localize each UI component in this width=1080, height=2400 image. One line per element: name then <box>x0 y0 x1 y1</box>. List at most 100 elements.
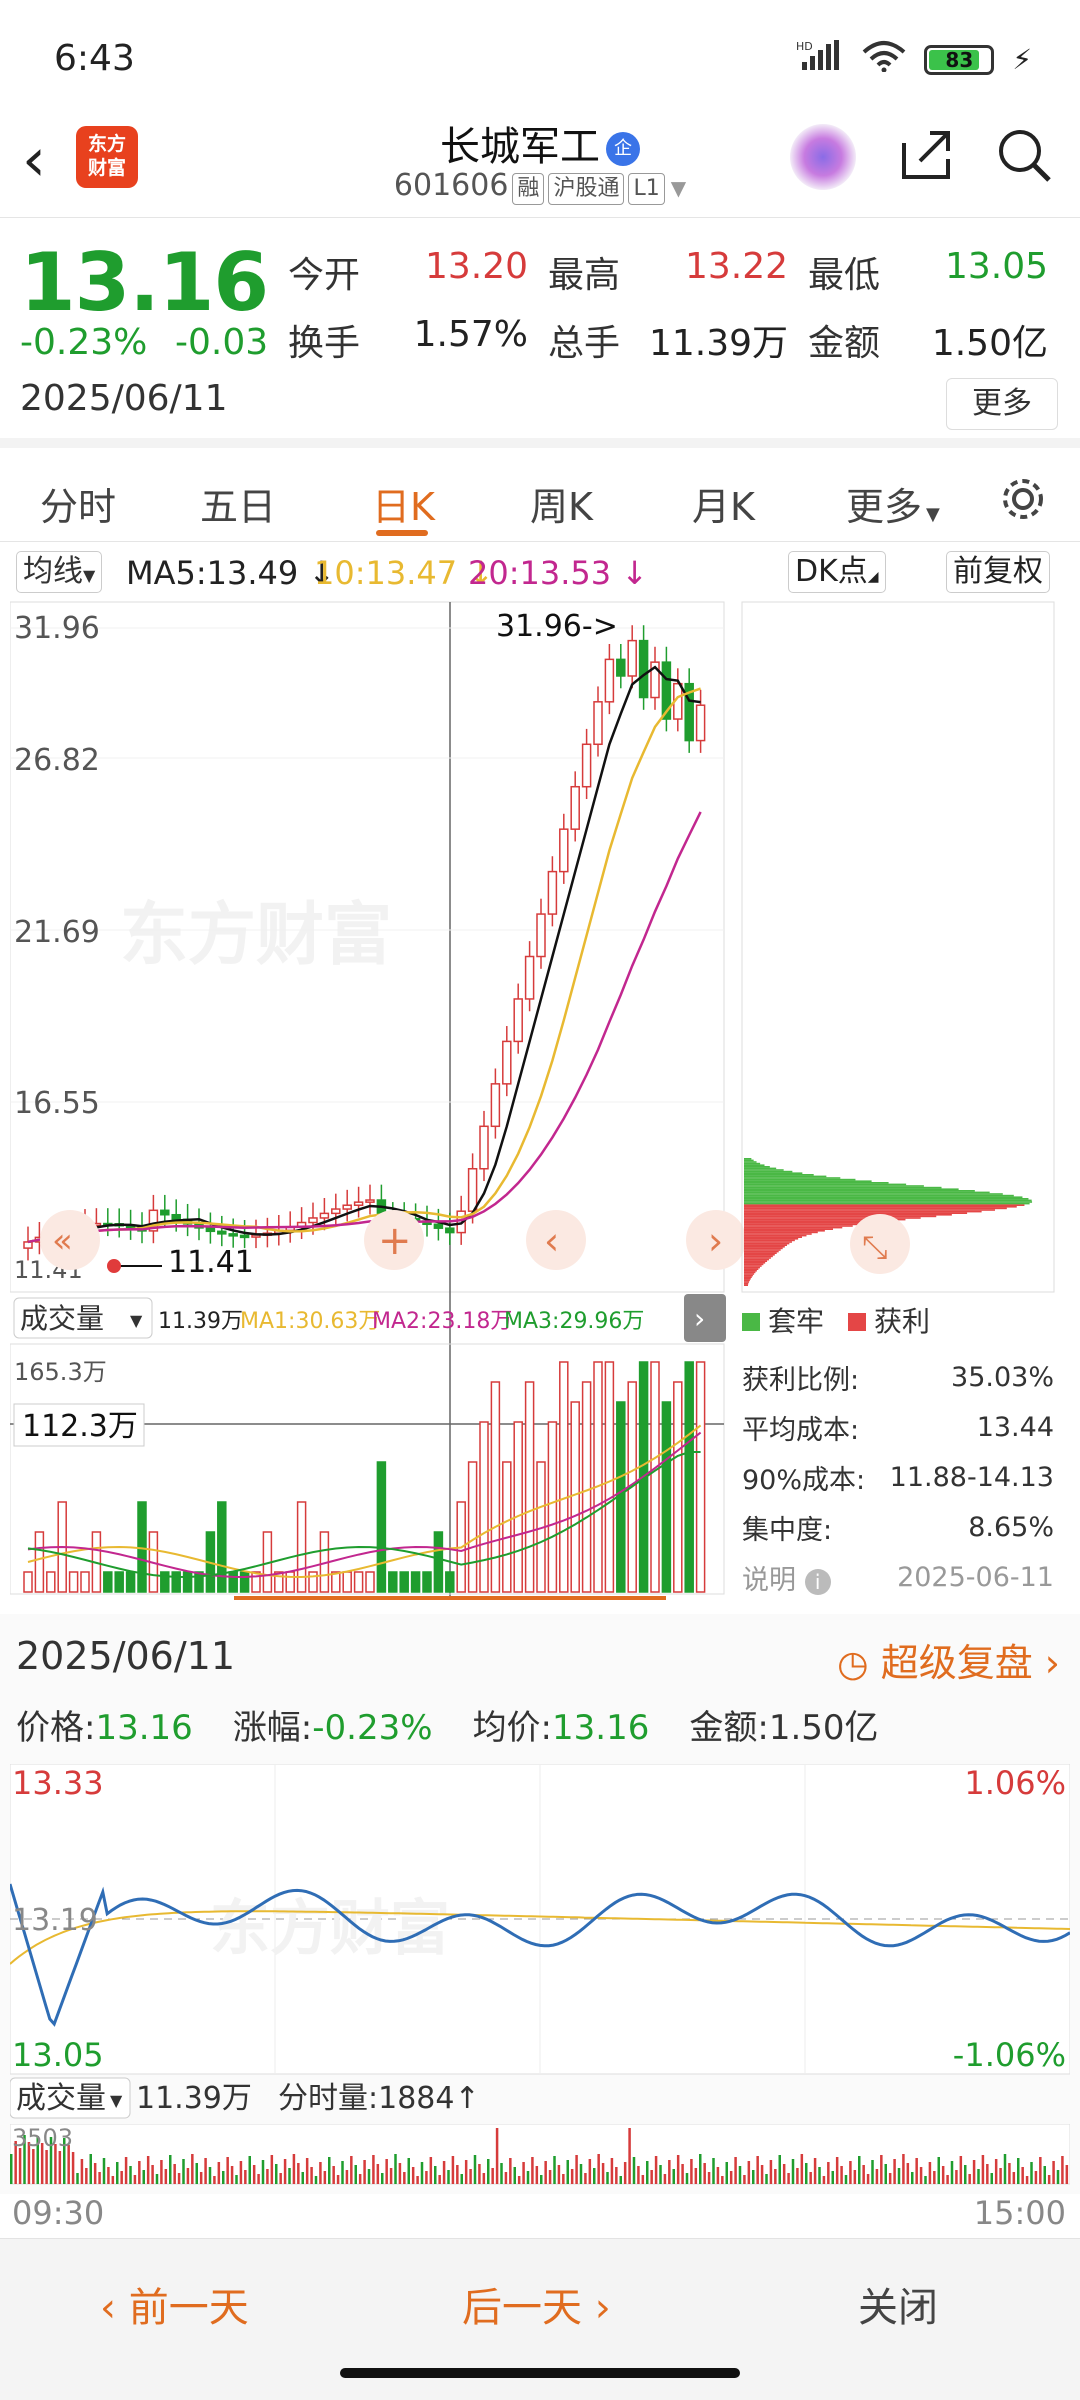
id-volume-selector[interactable]: 成交量 ▼ <box>10 2077 131 2119</box>
share-icon[interactable] <box>898 127 954 187</box>
intraday-volume-bar <box>858 2156 861 2184</box>
volume-bar <box>547 1421 558 1593</box>
turnover-value: 1.57% <box>413 314 528 355</box>
svg-text:›: › <box>694 1302 705 1335</box>
status-bar: 6:43 HD 83 ⚡ <box>0 0 1080 110</box>
settings-gear-icon[interactable] <box>998 474 1048 533</box>
scroll-left-button[interactable]: ‹ <box>526 1210 586 1270</box>
caret-down-icon: ▼ <box>110 2091 123 2110</box>
volume-bar <box>479 1421 489 1593</box>
active-tab-indicator <box>376 530 428 536</box>
intraday-volume-bar <box>721 2176 724 2184</box>
more-button[interactable]: 更多 <box>946 378 1058 430</box>
tab-five-day[interactable]: 五日 <box>200 476 276 531</box>
intraday-volume-bar <box>884 2164 887 2184</box>
chip-bar <box>744 1204 1025 1206</box>
chip-bar <box>744 1230 825 1232</box>
volume-bar <box>137 1501 147 1593</box>
intraday-volume-bar <box>230 2166 234 2184</box>
chip-bar <box>744 1183 907 1186</box>
chip-bar <box>744 1193 1003 1195</box>
intraday-volume-bar <box>394 2154 397 2184</box>
candle-body <box>433 1223 444 1229</box>
close-button[interactable]: 关闭 <box>858 2275 938 2333</box>
assistant-avatar-icon[interactable] <box>790 124 856 190</box>
chip-bar <box>744 1222 878 1224</box>
intraday-volume-bar <box>279 2173 282 2184</box>
tag-rong: 融 <box>512 173 545 205</box>
y-label-3: 21.69 <box>14 915 100 950</box>
intraday-volume-bar <box>451 2156 455 2184</box>
intraday-volume-bar <box>473 2155 477 2184</box>
chevron-right-icon: › <box>582 2285 611 2331</box>
chip-info: 获利比例: 35.03% 平均成本: 13.44 90%成本: 11.88-14.13… <box>742 1352 1054 1602</box>
zoom-in-button[interactable]: + <box>364 1210 424 1270</box>
intraday-volume-bar <box>89 2154 92 2184</box>
prev-day-button[interactable]: ‹ 前一天 <box>100 2275 249 2333</box>
intraday-volume-bar <box>173 2164 176 2184</box>
intraday-volume-bar <box>619 2176 622 2184</box>
chip-bar <box>744 1234 807 1237</box>
quote-grid: 今开 13.20 最高 13.22 最低 13.05 换手 1.57% 总手 11.39万… <box>288 238 1068 374</box>
intraday-volume-bar <box>478 2164 481 2184</box>
concentration-label: 集中度: <box>742 1514 833 1546</box>
dk-point-button[interactable]: DK点◢ <box>788 551 886 593</box>
intraday-volume-bar <box>840 2166 843 2184</box>
intraday-volume-bar <box>434 2166 437 2184</box>
chip-bar <box>744 1174 814 1176</box>
intraday-volume-bar <box>1043 2166 1046 2184</box>
intraday-volume-bar <box>288 2168 291 2184</box>
id-top-pct: 1.06% <box>964 1764 1066 1802</box>
info-note[interactable]: 说明 i <box>742 1558 831 1597</box>
search-icon[interactable] <box>996 127 1052 187</box>
intraday-volume-bar <box>588 2159 592 2184</box>
intraday-volume-bar <box>18 2148 22 2184</box>
ma20-line <box>27 811 702 1244</box>
chip-bar <box>744 1265 762 1267</box>
legend-trap-label: 套牢 <box>768 1305 825 1338</box>
stock-code: 601606 <box>393 168 509 203</box>
tab-daily-k[interactable]: 日K <box>372 476 435 531</box>
next-day-button[interactable]: 后一天 › <box>462 2275 611 2333</box>
intraday-volume-bar <box>244 2170 247 2184</box>
volume-bar <box>559 1361 569 1593</box>
intraday-volume-bar <box>1030 2162 1033 2184</box>
intraday-volume-bar <box>1017 2158 1020 2184</box>
intraday-volume-bar <box>504 2172 508 2184</box>
scroll-right-button[interactable]: › <box>686 1210 746 1270</box>
volume-label: 总手 <box>548 323 621 364</box>
intraday-volume-bar <box>1047 2175 1051 2184</box>
intraday-volume-bar <box>941 2166 945 2184</box>
super-review-link[interactable]: ◷ 超级复盘 › <box>837 1632 1060 1687</box>
caret-icon: ◢ <box>867 569 879 585</box>
change-percent: -0.23% <box>20 322 148 363</box>
intraday-date: 2025/06/11 <box>16 1634 236 1678</box>
intraday-volume-bar <box>301 2172 304 2184</box>
chip-bar <box>744 1252 777 1254</box>
ma-legend-bar: 均线▼ MA5:13.49 ↓ 10:13.47 ↓ 20:13.53 ↓ DK… <box>0 548 1080 596</box>
chip-bar <box>744 1255 773 1258</box>
ma-selector[interactable]: 均线▼ <box>16 551 103 593</box>
forward-adjust-button[interactable]: 前复权 <box>946 551 1050 593</box>
intraday-volume-bar <box>367 2169 371 2184</box>
intraday-chart[interactable]: 东方财富 13.33 13.19 13.05 1.06% -1.06% 成交量 … <box>10 1764 1070 2184</box>
volume-selector[interactable]: 成交量 ▼ <box>13 1297 153 1339</box>
intraday-volume-bar <box>442 2161 446 2184</box>
volume-bar <box>365 1571 375 1593</box>
expand-button[interactable]: ⤡ <box>850 1214 910 1274</box>
tab-weekly-k[interactable]: 周K <box>530 476 593 531</box>
tab-intraday[interactable]: 分时 <box>40 476 116 531</box>
vma3: MA3:29.96万 <box>504 1309 644 1334</box>
intraday-volume-bar <box>336 2175 340 2184</box>
intraday-volume-bar <box>482 2173 486 2184</box>
chip-bar <box>744 1178 856 1181</box>
id-top-price: 13.33 <box>12 1764 104 1802</box>
tab-monthly-k[interactable]: 月K <box>692 476 755 531</box>
intraday-volume-bar <box>566 2160 569 2184</box>
candle-body <box>547 870 558 915</box>
tab-more[interactable]: 更多 ▼ <box>846 476 940 531</box>
scroll-left-fast-button[interactable]: « <box>40 1210 100 1270</box>
intraday-volume-bar <box>491 2168 494 2184</box>
intraday-volume-bar <box>98 2172 101 2184</box>
expand-indicator-button[interactable]: › <box>684 1294 726 1342</box>
